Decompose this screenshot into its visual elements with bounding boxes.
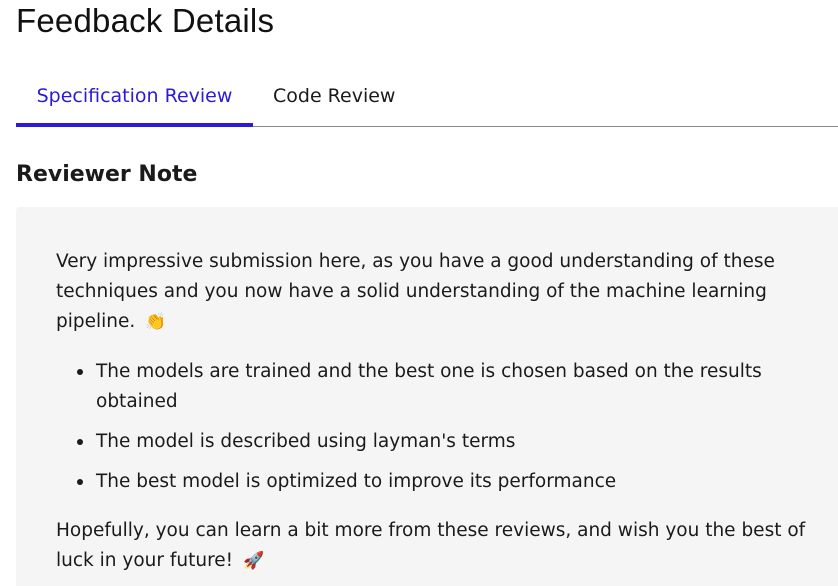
reviewer-note-panel: Very impressive submission here, as you …: [16, 207, 838, 586]
list-item: The model is described using layman's te…: [56, 427, 776, 457]
tab-code-review[interactable]: Code Review: [273, 66, 395, 126]
reviewer-note-outro: Hopefully, you can learn a bit more from…: [56, 516, 816, 576]
feedback-bullet-list: The models are trained and the best one …: [56, 357, 776, 507]
outro-text: Hopefully, you can learn a bit more from…: [56, 520, 806, 571]
review-tabs: Specification Review Code Review: [16, 66, 838, 127]
clapping-hands-icon: 👏: [145, 312, 167, 332]
page-title: Feedback Details: [16, 2, 275, 39]
reviewer-note-heading: Reviewer Note: [16, 162, 198, 187]
list-item: The models are trained and the best one …: [56, 357, 776, 417]
reviewer-note-intro: Very impressive submission here, as you …: [56, 247, 816, 337]
list-item: The best model is optimized to improve i…: [56, 467, 776, 497]
tab-specification-review[interactable]: Specification Review: [16, 66, 253, 127]
rocket-icon: 🚀: [242, 551, 265, 571]
